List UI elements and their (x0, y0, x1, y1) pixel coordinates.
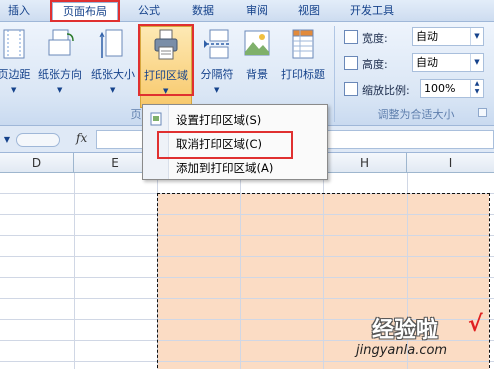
size-icon (99, 29, 123, 58)
print-titles-button[interactable]: 打印标题 (276, 26, 330, 108)
scale-row: 缩放比例: 100% ▲ ▼ (340, 78, 490, 100)
tab-data[interactable]: 数据 (186, 2, 220, 22)
tab-view[interactable]: 视图 (292, 2, 326, 22)
height-icon (344, 56, 358, 70)
tab-review[interactable]: 审阅 (240, 2, 274, 22)
size-button[interactable]: 纸张大小 ▼ (88, 26, 138, 108)
tab-insert[interactable]: 插入 (2, 2, 36, 22)
breaks-icon (204, 29, 230, 59)
background-icon (244, 30, 270, 56)
chevron-down-icon: ▼ (214, 86, 220, 94)
scale-label: 缩放比例: (362, 84, 410, 97)
watermark-title: 经验啦 (372, 318, 439, 343)
orientation-label: 纸张方向 (38, 68, 82, 81)
chevron-down-icon: ▼ (163, 87, 169, 95)
watermark: 经验啦 √ jingyanla.com (356, 312, 494, 369)
scale-to-fit-launcher-icon[interactable] (478, 108, 487, 117)
size-label: 纸张大小 (91, 68, 135, 81)
name-box-dropdown-icon[interactable]: ▼ (0, 132, 14, 147)
background-button[interactable]: 背景 (240, 26, 274, 108)
print-titles-label: 打印标题 (281, 68, 325, 81)
checkmark-icon: √ (468, 312, 483, 337)
print-titles-icon (292, 29, 314, 59)
breaks-label: 分隔符 (200, 68, 234, 81)
menu-item-label: 设置打印区域(S) (176, 113, 262, 127)
chevron-down-icon: ▼ (110, 86, 116, 94)
insert-function-icon[interactable]: fx (76, 131, 87, 145)
tab-developer[interactable]: 开发工具 (344, 2, 400, 22)
height-label: 高度: (362, 58, 388, 71)
margins-icon (3, 29, 25, 59)
orientation-icon (48, 29, 74, 56)
spinner-arrows-icon[interactable]: ▲ ▼ (470, 80, 483, 97)
group-separator (334, 26, 335, 122)
menu-item-add-to-print-area[interactable]: 添加到打印区域(A) (143, 156, 327, 178)
print-area-icon (154, 29, 178, 60)
column-header-h[interactable]: H (323, 153, 407, 173)
scale-value: 100% (424, 82, 456, 95)
column-header-d[interactable]: D (0, 153, 74, 173)
tab-page-layout[interactable]: 页面布局 (52, 2, 118, 22)
menu-item-clear-print-area[interactable]: 取消打印区域(C) (143, 132, 327, 154)
margins-label: 页边距 (0, 68, 31, 81)
print-area-menu: 设置打印区域(S) 取消打印区域(C) 添加到打印区域(A) (142, 104, 328, 180)
tab-formulas[interactable]: 公式 (132, 2, 166, 22)
formula-bar-expand-handle[interactable] (16, 133, 60, 147)
chevron-down-icon[interactable]: ▼ (470, 28, 483, 45)
width-row: 宽度: 自动 ▼ (340, 26, 490, 48)
scale-to-fit-group-label: 调整为合适大小 (377, 108, 455, 121)
chevron-down-icon[interactable]: ▼ (470, 54, 483, 71)
print-area-label: 打印区域 (144, 69, 188, 82)
background-label: 背景 (246, 68, 268, 81)
menu-item-set-print-area[interactable]: 设置打印区域(S) (143, 108, 327, 130)
height-value: 自动 (416, 56, 438, 69)
height-select[interactable]: 自动 ▼ (412, 53, 484, 72)
margins-button[interactable]: 页边距 ▼ (0, 26, 34, 108)
menu-item-label: 取消打印区域(C) (176, 137, 263, 151)
height-row: 高度: 自动 ▼ (340, 52, 490, 74)
chevron-down-icon: ▼ (11, 86, 17, 94)
orientation-button[interactable]: 纸张方向 ▼ (34, 26, 86, 108)
ribbon-tab-strip: 插入 页面布局 公式 数据 审阅 视图 开发工具 (0, 0, 494, 22)
width-label: 宽度: (362, 32, 388, 45)
width-value: 自动 (416, 30, 438, 43)
chevron-down-icon: ▼ (57, 86, 63, 94)
menu-item-label: 添加到打印区域(A) (176, 161, 274, 175)
print-area-button[interactable]: 打印区域 ▼ (140, 26, 192, 108)
scale-icon (344, 82, 358, 96)
breaks-button[interactable]: 分隔符 ▼ (194, 26, 240, 108)
column-header-i[interactable]: I (407, 153, 494, 173)
width-select[interactable]: 自动 ▼ (412, 27, 484, 46)
scale-spinner[interactable]: 100% ▲ ▼ (420, 79, 484, 98)
watermark-url: jingyanla.com (356, 343, 448, 358)
width-icon (344, 30, 358, 44)
set-print-area-icon (150, 112, 162, 126)
